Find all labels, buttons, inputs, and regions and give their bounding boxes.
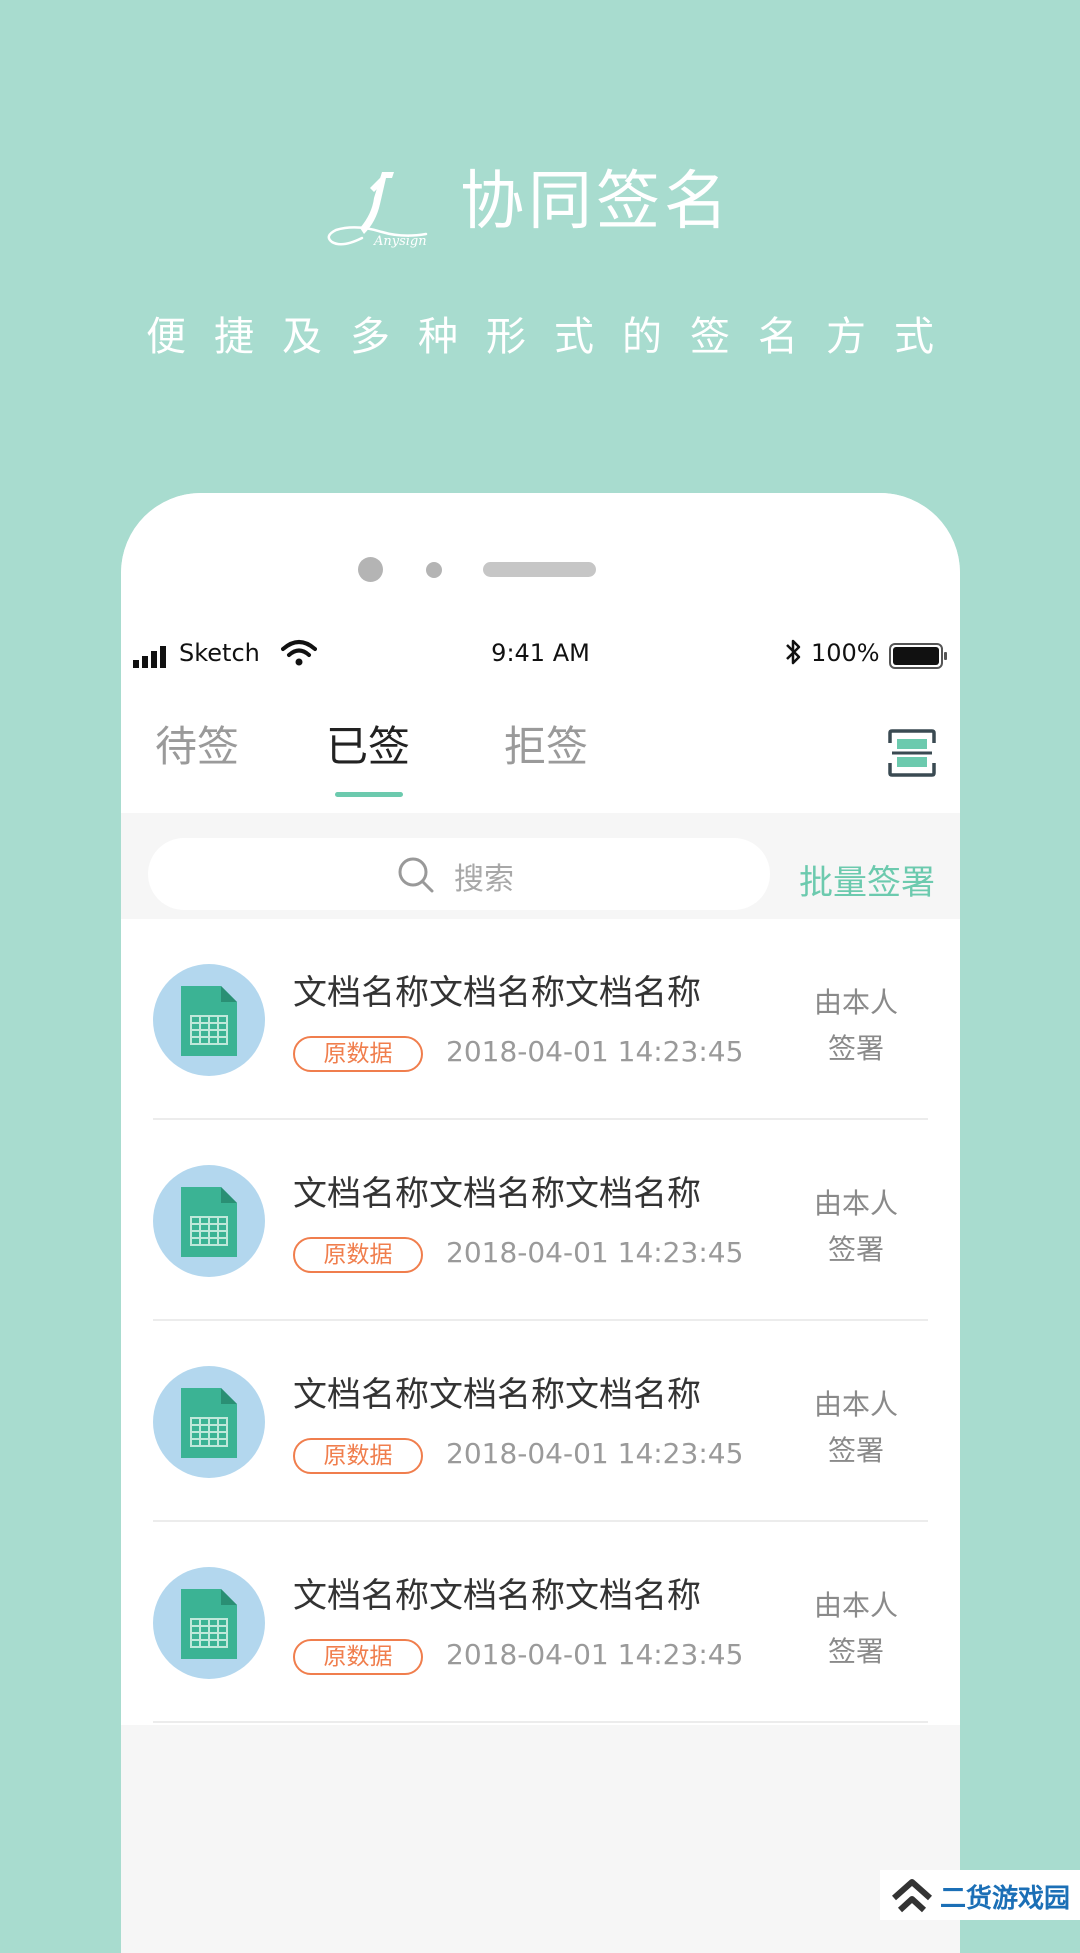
document-date: 2018-04-01 14:23:45 — [446, 1236, 744, 1269]
document-row[interactable]: 文档名称文档名称文档名称 原数据 2018-04-01 14:23:45 由本人… — [121, 1522, 960, 1723]
search-icon — [398, 857, 434, 893]
search-placeholder: 搜索 — [454, 862, 514, 897]
battery-percent: 100% — [811, 639, 880, 667]
document-date: 2018-04-01 14:23:45 — [446, 1035, 744, 1068]
spreadsheet-document-icon — [153, 1366, 265, 1478]
scan-icon[interactable] — [888, 729, 936, 777]
status-line: 由本人 — [813, 1187, 898, 1220]
status-bar: Sketch 9:41 AM 100% — [121, 635, 960, 675]
document-row[interactable]: 文档名称文档名称文档名称 原数据 2018-04-01 14:23:45 由本人… — [121, 1120, 960, 1321]
document-list: 文档名称文档名称文档名称 原数据 2018-04-01 14:23:45 由本人… — [121, 919, 960, 1725]
tab-signed[interactable]: 已签 — [326, 713, 410, 774]
battery-icon — [889, 643, 947, 669]
site-watermark: 二货游戏园 — [880, 1870, 1080, 1920]
hero-title: 协同签名 — [460, 165, 732, 239]
row-divider — [153, 1721, 928, 1723]
camera-dot — [358, 557, 383, 582]
document-title: 文档名称文档名称文档名称 — [293, 1576, 701, 1616]
active-tab-indicator — [335, 792, 403, 797]
document-row[interactable]: 文档名称文档名称文档名称 原数据 2018-04-01 14:23:45 由本人… — [121, 919, 960, 1120]
document-tag: 原数据 — [293, 1438, 423, 1474]
hero-subtitle: 便捷及多种形式的签名方式 — [146, 314, 962, 360]
status-line: 由本人 — [813, 986, 898, 1019]
document-tag: 原数据 — [293, 1639, 423, 1675]
tab-pending[interactable]: 待签 — [155, 713, 239, 774]
spreadsheet-document-icon — [153, 964, 265, 1076]
document-title: 文档名称文档名称文档名称 — [293, 1375, 701, 1415]
document-title: 文档名称文档名称文档名称 — [293, 973, 701, 1013]
document-tag: 原数据 — [293, 1036, 423, 1072]
tab-bar: 待签 已签 拒签 — [121, 713, 960, 807]
watermark-text: 二货游戏园 — [940, 1884, 1071, 1914]
status-line: 签署 — [827, 1032, 884, 1065]
bluetooth-icon — [786, 639, 801, 665]
logo-wordmark: Anysign — [374, 234, 427, 249]
search-input[interactable]: 搜索 — [148, 838, 770, 910]
spreadsheet-document-icon — [153, 1567, 265, 1679]
document-status: 由本人 签署 — [801, 1382, 911, 1474]
search-row: 搜索 批量签署 — [121, 813, 960, 919]
speaker-grille — [483, 562, 596, 577]
status-line: 签署 — [827, 1233, 884, 1266]
document-date: 2018-04-01 14:23:45 — [446, 1638, 744, 1671]
document-date: 2018-04-01 14:23:45 — [446, 1437, 744, 1470]
double-chevron-up-icon — [892, 1879, 932, 1913]
document-status: 由本人 签署 — [801, 1583, 911, 1675]
document-title: 文档名称文档名称文档名称 — [293, 1174, 701, 1214]
status-line: 签署 — [827, 1635, 884, 1668]
spreadsheet-document-icon — [153, 1165, 265, 1277]
status-line: 由本人 — [813, 1589, 898, 1622]
phone-mockup: Sketch 9:41 AM 100% 待签 已签 拒签 搜索 批量签署 文档名… — [121, 493, 960, 1953]
sensor-dot — [426, 562, 442, 578]
batch-sign-button[interactable]: 批量签署 — [799, 855, 935, 904]
tab-rejected[interactable]: 拒签 — [504, 713, 588, 774]
document-status: 由本人 签署 — [801, 980, 911, 1072]
document-status: 由本人 签署 — [801, 1181, 911, 1273]
document-tag: 原数据 — [293, 1237, 423, 1273]
document-row[interactable]: 文档名称文档名称文档名称 原数据 2018-04-01 14:23:45 由本人… — [121, 1321, 960, 1522]
status-line: 签署 — [827, 1434, 884, 1467]
status-line: 由本人 — [813, 1388, 898, 1421]
pen-signature-icon — [327, 172, 428, 246]
